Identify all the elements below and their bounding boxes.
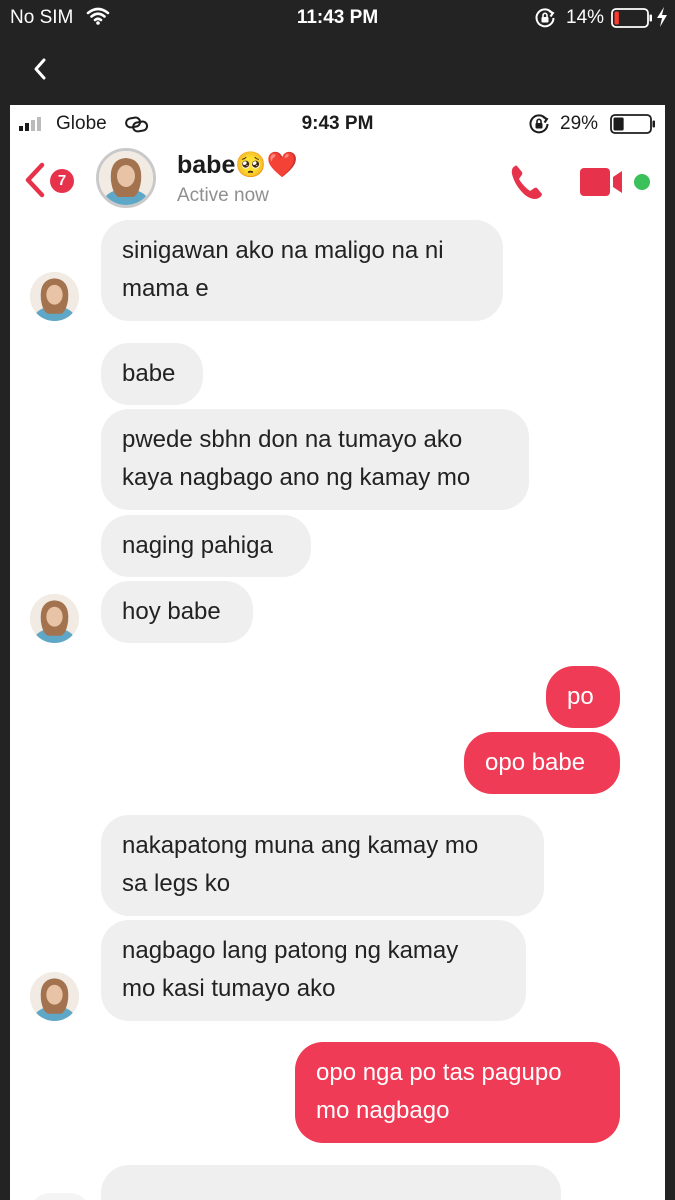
- chevron-left-icon: [25, 162, 45, 198]
- message-bubble-outgoing[interactable]: opo nga po tas pagupo mo nagbago: [295, 1042, 620, 1143]
- message-text-line: hoy babe: [122, 598, 221, 625]
- back-button[interactable]: 7: [22, 161, 92, 201]
- sender-avatar[interactable]: [30, 972, 79, 1021]
- message-text-line: mo kasi tumayo ako: [122, 975, 336, 1002]
- message-text-line: sinigawan ako na maligo na ni: [122, 237, 444, 264]
- inner-status-bar: Globe 9:43 PM 29%: [10, 105, 665, 141]
- message-bubble-incoming[interactable]: nakapatong muna ang kamay mo sa legs ko: [101, 815, 544, 916]
- message-bubble-outgoing[interactable]: opo babe: [464, 732, 620, 794]
- contact-avatar[interactable]: [96, 148, 156, 208]
- video-call-button[interactable]: [578, 165, 658, 199]
- message-text-line: nagbago lang patong ng kamay: [122, 937, 459, 964]
- message-text-line: pwede sbhn don na tumayo ako: [122, 426, 463, 453]
- message-bubble-incoming-partial[interactable]: [101, 1165, 561, 1200]
- message-bubble-incoming[interactable]: babe: [101, 343, 203, 405]
- battery-icon: [610, 114, 658, 140]
- chat-header: 7 babe🥺❤️ Active now: [10, 141, 665, 221]
- message-text-line: opo nga po tas pagupo: [316, 1059, 562, 1086]
- active-status: Active now: [177, 185, 269, 206]
- message-text-line: babe: [122, 360, 176, 387]
- message-bubble-incoming[interactable]: pwede sbhn don na tumayo ako kaya nagbag…: [101, 409, 529, 510]
- message-text-line: naging pahiga: [122, 532, 273, 559]
- inner-battery-percent: 29%: [560, 113, 599, 134]
- message-text-line: sa legs ko: [122, 870, 231, 897]
- contact-name[interactable]: babe🥺❤️: [177, 151, 298, 180]
- chevron-left-icon: [34, 58, 46, 80]
- video-camera-icon: [580, 168, 650, 196]
- message-bubble-outgoing[interactable]: po: [546, 666, 620, 728]
- unread-count-badge: 7: [50, 169, 74, 193]
- outer-battery-percent: 14%: [566, 7, 605, 28]
- battery-icon: [611, 8, 653, 34]
- rotation-lock-icon: [528, 113, 550, 141]
- message-text-line: mama e: [122, 275, 209, 302]
- outer-status-bar: No SIM 11:43 PM 14%: [0, 0, 675, 36]
- message-bubble-partial: [30, 1193, 90, 1200]
- message-bubble-incoming[interactable]: sinigawan ako na maligo na ni mama e: [101, 220, 503, 321]
- message-bubble-incoming[interactable]: hoy babe: [101, 581, 253, 643]
- voice-call-button[interactable]: [506, 160, 550, 204]
- sender-avatar[interactable]: [30, 594, 79, 643]
- message-text-line: kaya nagbago ano ng kamay mo: [122, 464, 471, 491]
- sender-avatar[interactable]: [30, 272, 79, 321]
- message-text-line: mo nagbago: [316, 1097, 450, 1124]
- online-dot: [634, 174, 650, 190]
- charging-bolt-icon: [655, 6, 669, 34]
- chat-screenshot: Globe 9:43 PM 29% 7 babe🥺❤️ Active now s…: [10, 105, 665, 1200]
- outer-back-button[interactable]: [28, 56, 54, 82]
- message-bubble-incoming[interactable]: naging pahiga: [101, 515, 311, 577]
- rotation-lock-icon: [534, 7, 556, 35]
- message-text-line: po: [567, 683, 594, 710]
- message-text-line: opo babe: [485, 749, 586, 776]
- message-bubble-incoming[interactable]: nagbago lang patong ng kamay mo kasi tum…: [101, 920, 526, 1021]
- phone-icon: [511, 165, 542, 199]
- message-text-line: nakapatong muna ang kamay mo: [122, 832, 479, 859]
